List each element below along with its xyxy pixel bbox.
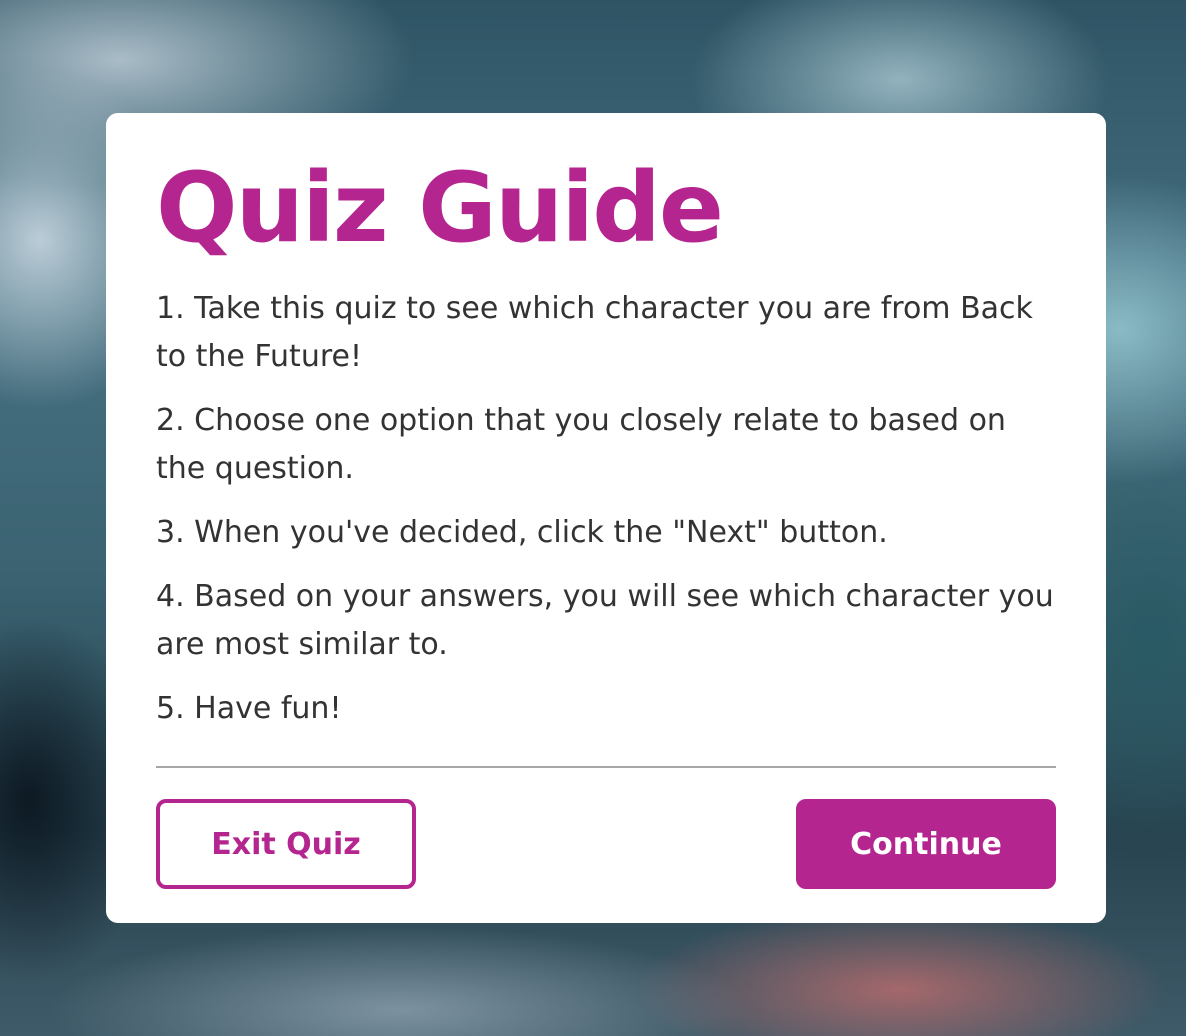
rule-item: 2. Choose one option that you closely re… (156, 403, 1006, 486)
rules-list: 1. Take this quiz to see which character… (156, 285, 1056, 733)
rule-item: 5. Have fun! (156, 691, 342, 726)
continue-button[interactable]: Continue (796, 799, 1056, 889)
dialog-title: Quiz Guide (156, 152, 724, 264)
divider (156, 766, 1056, 768)
rule-item: 3. When you've decided, click the "Next"… (156, 515, 888, 550)
rule-item: 1. Take this quiz to see which character… (156, 291, 1033, 374)
exit-quiz-button[interactable]: Exit Quiz (156, 799, 416, 889)
rule-item: 4. Based on your answers, you will see w… (156, 579, 1054, 662)
quiz-guide-dialog: Quiz Guide 1. Take this quiz to see whic… (106, 113, 1106, 923)
